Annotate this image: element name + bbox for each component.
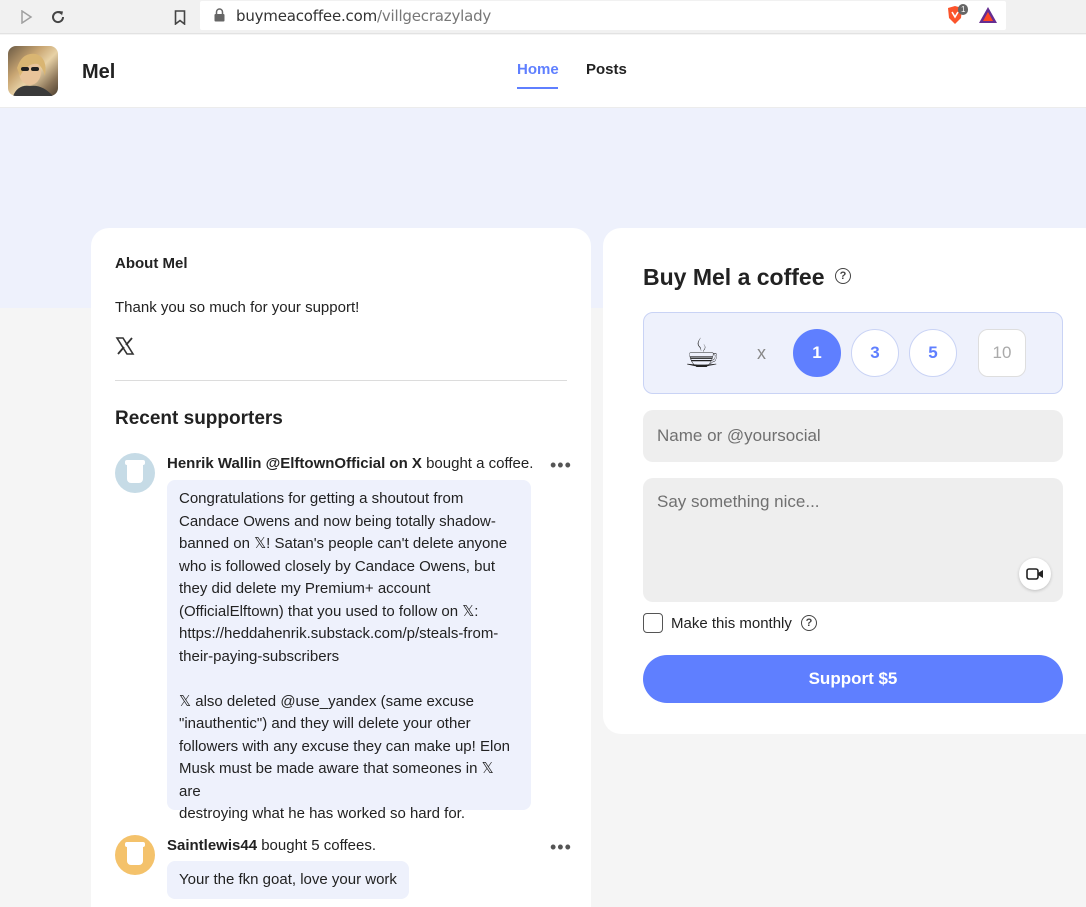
monthly-checkbox[interactable] xyxy=(643,613,663,633)
address-bar[interactable]: buymeacoffee.com/villgecrazylady 1 xyxy=(200,1,1006,30)
multiply-sign: x xyxy=(757,343,766,363)
more-options-icon[interactable]: ••• xyxy=(550,456,572,474)
monthly-label: Make this monthly xyxy=(671,615,792,632)
about-title: About Mel xyxy=(115,255,188,272)
rewards-triangle-icon[interactable] xyxy=(978,6,998,29)
creator-avatar[interactable] xyxy=(8,46,58,96)
creator-name: Mel xyxy=(82,61,116,83)
coffee-cup-icon: ☕ xyxy=(684,332,720,376)
tab-home[interactable]: Home xyxy=(517,61,559,78)
about-text: Thank you so much for your support! xyxy=(115,299,360,316)
about-card: About Mel Thank you so much for your sup… xyxy=(91,228,591,907)
bookmark-icon[interactable] xyxy=(170,7,190,27)
tab-posts[interactable]: Posts xyxy=(586,61,627,78)
supporter-message: Your the fkn goat, love your work xyxy=(167,861,409,899)
supporter-avatar xyxy=(115,453,155,493)
custom-quantity-input[interactable]: 10 xyxy=(978,329,1026,377)
supporter-message: Congratulations for getting a shoutout f… xyxy=(167,480,531,822)
lock-icon xyxy=(214,8,225,27)
active-tab-indicator xyxy=(517,87,558,89)
quantity-option-1[interactable]: 1 xyxy=(793,329,841,377)
x-logo-icon[interactable] xyxy=(115,336,135,356)
buy-coffee-card: Buy Mel a coffee ? ☕ x 1 3 5 10 Make thi… xyxy=(603,228,1086,734)
support-button[interactable]: Support $5 xyxy=(643,655,1063,703)
supporter-line: Henrik Wallin @ElftownOfficial on X boug… xyxy=(167,455,534,472)
shield-count-badge: 1 xyxy=(958,4,969,15)
help-icon[interactable]: ? xyxy=(801,615,817,631)
forward-icon[interactable] xyxy=(16,7,36,27)
video-camera-icon[interactable] xyxy=(1019,558,1051,590)
supporter-line: Saintlewis44 bought 5 coffees. xyxy=(167,837,377,854)
message-input[interactable] xyxy=(643,478,1063,602)
more-options-icon[interactable]: ••• xyxy=(550,838,572,856)
site-header: Mel Home Posts xyxy=(0,35,1086,108)
url-text: buymeacoffee.com/villgecrazylady xyxy=(236,7,492,25)
supporter-avatar xyxy=(115,835,155,875)
coffee-cup-icon xyxy=(125,460,145,483)
buy-coffee-title: Buy Mel a coffee xyxy=(643,264,825,290)
quantity-option-3[interactable]: 3 xyxy=(851,329,899,377)
coffee-cup-icon xyxy=(125,842,145,865)
section-divider xyxy=(115,380,567,381)
quantity-option-5[interactable]: 5 xyxy=(909,329,957,377)
reload-icon[interactable] xyxy=(48,7,68,27)
help-icon[interactable]: ? xyxy=(835,268,851,284)
quantity-selector: ☕ x 1 3 5 10 xyxy=(643,312,1063,394)
browser-toolbar: buymeacoffee.com/villgecrazylady 1 xyxy=(0,0,1086,34)
name-input[interactable] xyxy=(643,410,1063,462)
recent-supporters-title: Recent supporters xyxy=(115,408,283,429)
